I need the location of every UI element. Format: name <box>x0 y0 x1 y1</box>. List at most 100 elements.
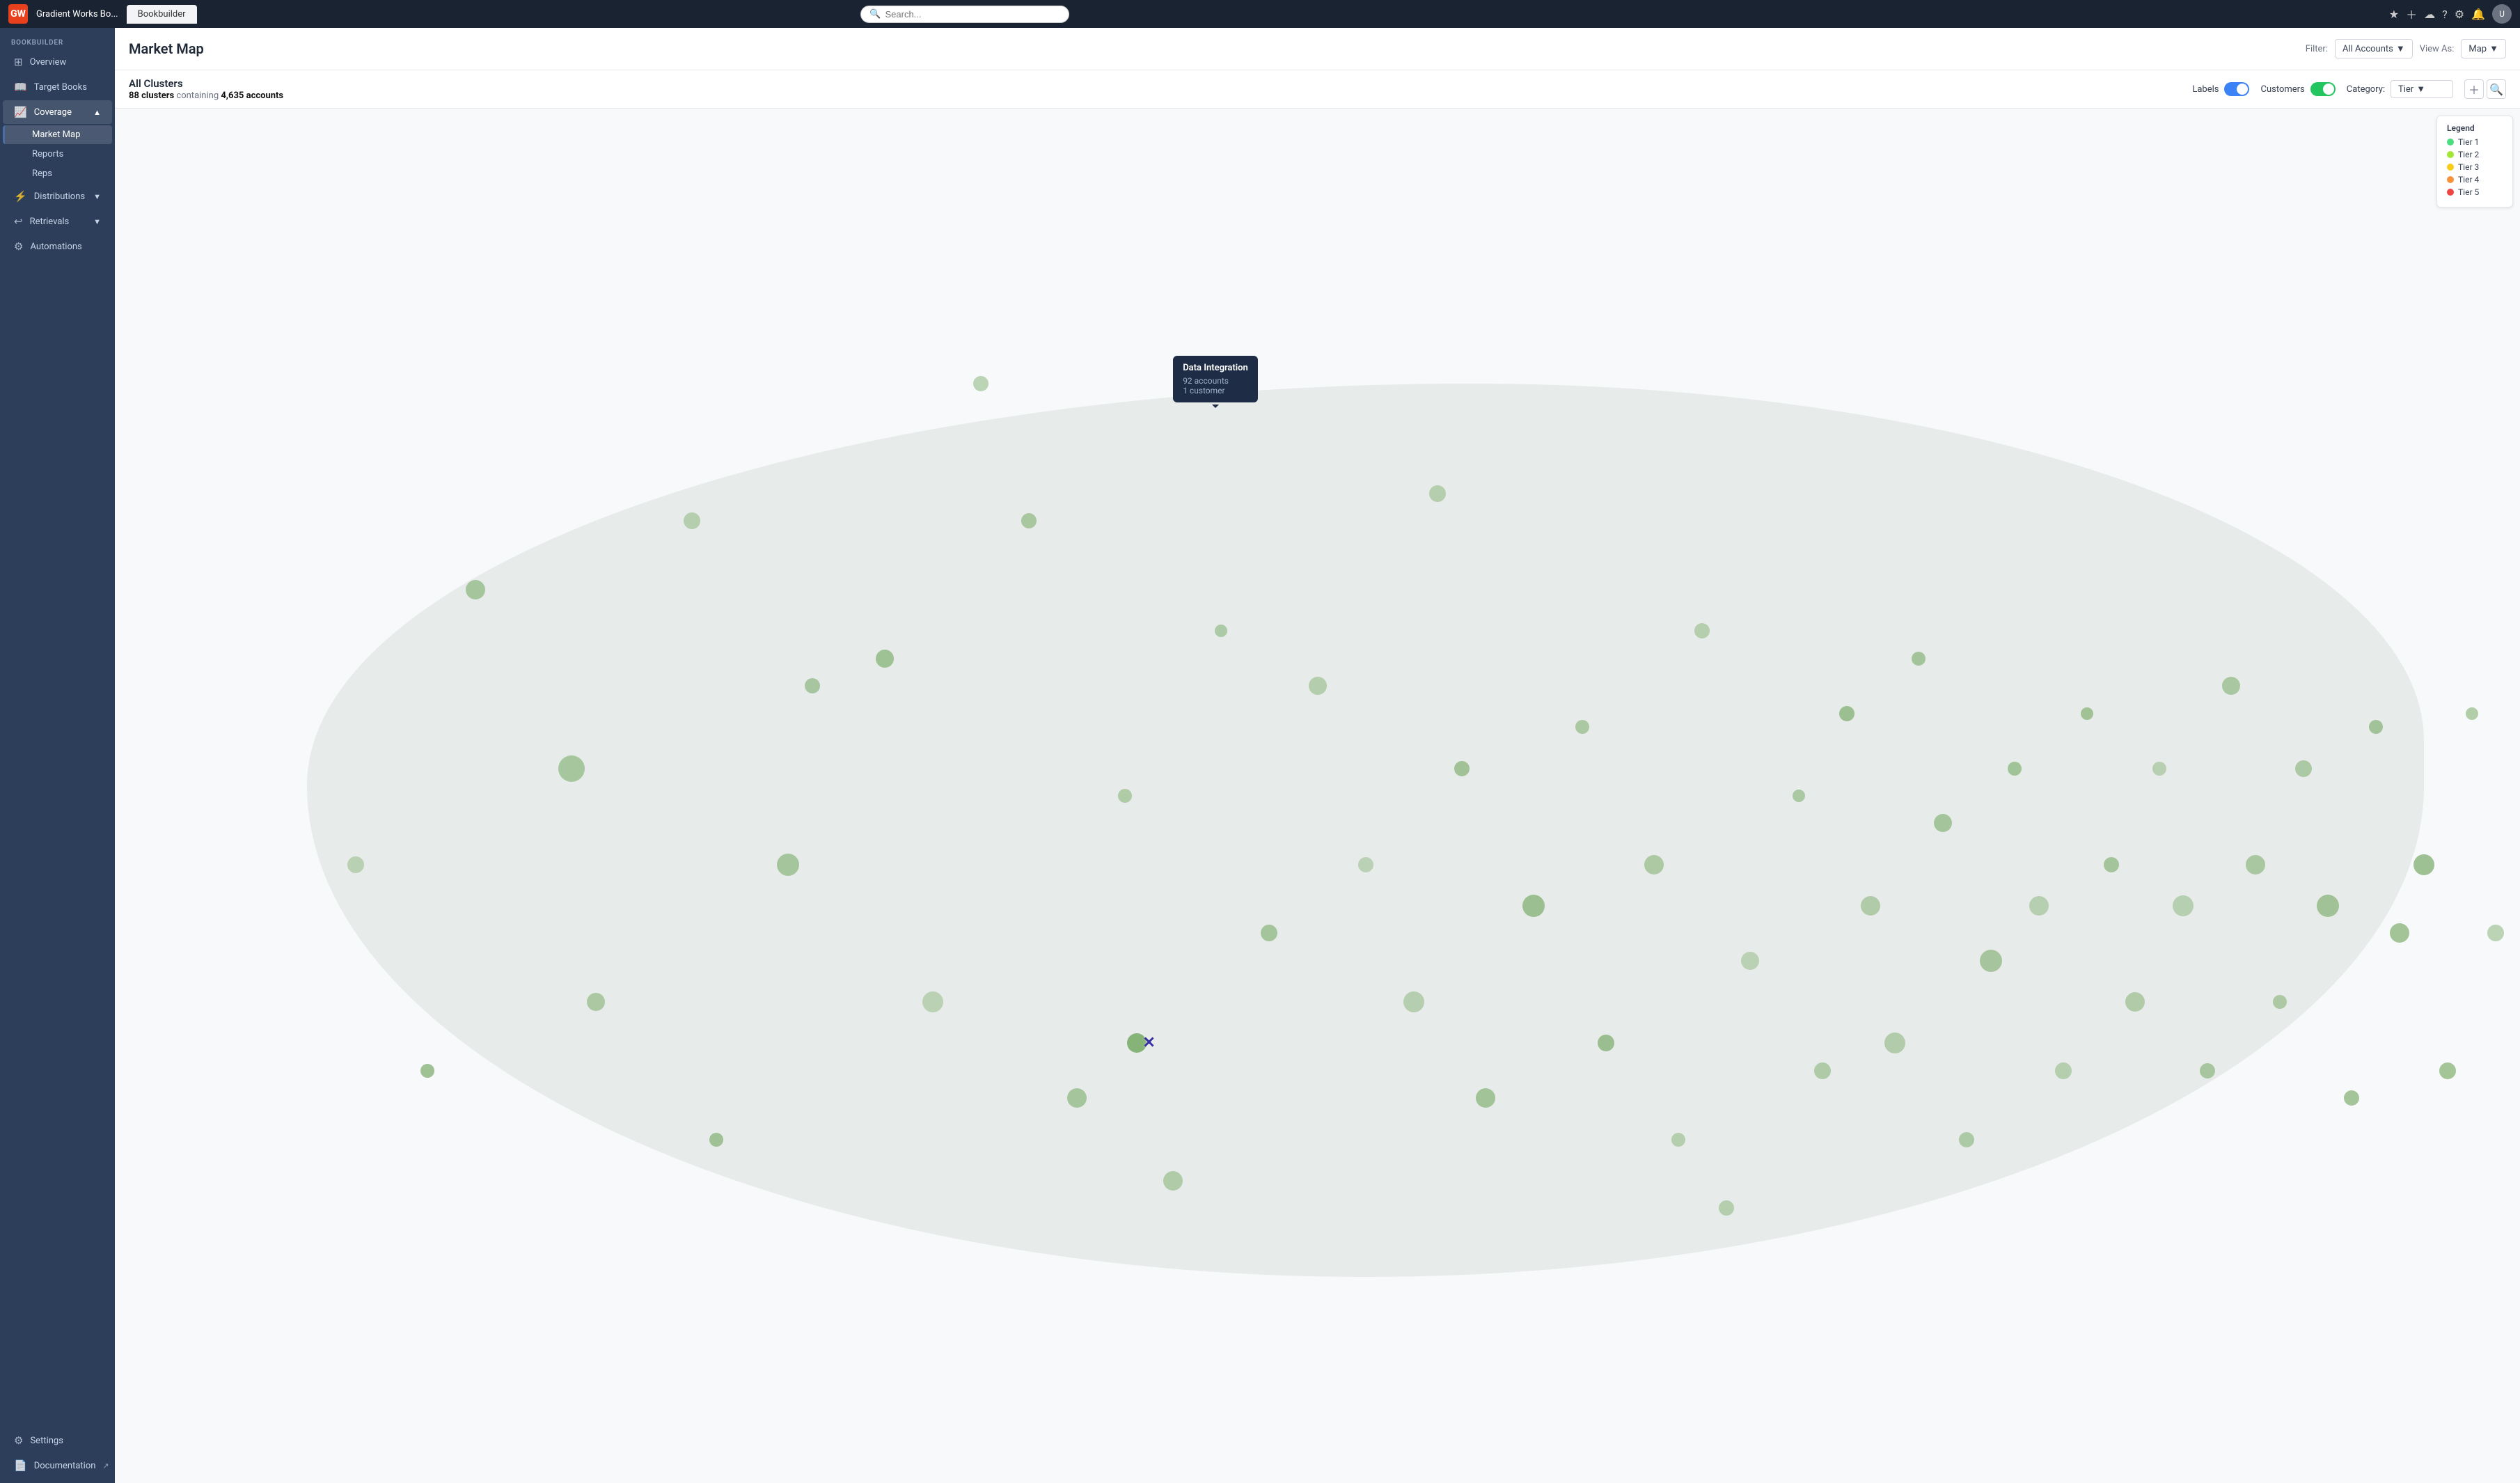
cluster-dot <box>2222 677 2240 695</box>
labels-toggle[interactable] <box>2224 82 2249 96</box>
sidebar-item-settings[interactable]: ⚙ Settings <box>3 1429 112 1452</box>
clusters-info: All Clusters 88 clusters containing 4,63… <box>129 77 283 101</box>
chevron-down-icon: ▼ <box>93 192 101 201</box>
legend-title: Legend <box>2447 123 2503 133</box>
category-chevron-icon: ▼ <box>2416 84 2425 95</box>
sidebar: BOOKBUILDER ⊞ Overview 📖 Target Books 📈 … <box>0 28 115 1483</box>
tier1-dot <box>2447 139 2454 146</box>
automations-icon: ⚙ <box>14 240 23 253</box>
market-map-label: Market Map <box>32 130 80 140</box>
coverage-submenu: Market Map Reports Reps <box>0 125 115 184</box>
page-header: Market Map Filter: All Accounts ▼ View A… <box>115 28 2520 70</box>
category-value: Tier <box>2398 84 2413 95</box>
zoom-out-button[interactable]: 🔍 <box>2487 79 2506 99</box>
sidebar-item-automations[interactable]: ⚙ Automations <box>3 235 112 258</box>
search-input[interactable] <box>885 9 1060 19</box>
sidebar-label-retrievals: Retrievals <box>30 217 70 227</box>
filter-value: All Accounts <box>2342 44 2393 54</box>
content-area: Market Map Filter: All Accounts ▼ View A… <box>115 28 2520 1483</box>
sidebar-item-coverage[interactable]: 📈 Coverage ▲ <box>3 100 112 124</box>
tier2-dot <box>2447 151 2454 158</box>
cluster-dot <box>587 993 605 1011</box>
page-title: Market Map <box>129 40 204 57</box>
sidebar-item-documentation[interactable]: 📄 Documentation ↗ <box>3 1454 112 1477</box>
cluster-dot <box>1912 652 1926 666</box>
tooltip-box: Data Integration 92 accounts 1 customer <box>1173 356 1258 402</box>
plus-icon[interactable]: ＋ <box>2406 6 2417 22</box>
filter-label: Filter: <box>2306 44 2328 54</box>
cluster-dot <box>2487 925 2504 941</box>
legend-tier2: Tier 2 <box>2447 150 2503 159</box>
cluster-dot <box>1403 991 1424 1012</box>
app-title: Gradient Works Bo... <box>36 9 118 19</box>
sidebar-item-overview[interactable]: ⊞ Overview <box>3 50 112 74</box>
cluster-dot <box>1644 855 1664 874</box>
help-icon[interactable]: ? <box>2442 8 2448 21</box>
target-books-icon: 📖 <box>14 81 27 93</box>
retrievals-icon: ↩ <box>14 215 23 228</box>
chevron-up-icon: ▲ <box>93 108 101 117</box>
legend-tier3: Tier 3 <box>2447 162 2503 172</box>
cluster-dot <box>684 512 700 529</box>
sidebar-item-retrievals[interactable]: ↩ Retrievals ▼ <box>3 210 112 233</box>
tooltip-line-1: 92 accounts <box>1183 376 1248 386</box>
cluster-dot <box>2008 762 2022 776</box>
sidebar-label-distributions: Distributions <box>34 191 85 202</box>
cluster-dot <box>1719 1200 1734 1216</box>
cluster-dot <box>2439 1062 2456 1079</box>
tier2-label: Tier 2 <box>2458 150 2479 159</box>
settings-icon: ⚙ <box>14 1434 23 1447</box>
customers-label: Customers <box>2260 84 2304 95</box>
cluster-dot <box>420 1064 434 1078</box>
legend-box: Legend Tier 1 Tier 2 Tier 3 <box>2436 116 2513 207</box>
reps-label: Reps <box>32 168 52 179</box>
cluster-dot <box>1959 1132 1974 1147</box>
sidebar-label-documentation: Documentation <box>34 1461 96 1471</box>
cluster-dot <box>1598 1035 1614 1051</box>
legend-tier1: Tier 1 <box>2447 137 2503 147</box>
labels-toggle-knob <box>2237 84 2248 95</box>
sidebar-label-settings: Settings <box>30 1436 63 1446</box>
labels-label: Labels <box>2192 84 2219 95</box>
nav-right-icons: ★ ＋ ☁ ? ⚙ 🔔 U <box>2389 4 2512 24</box>
gear-icon[interactable]: ⚙ <box>2455 8 2464 21</box>
sidebar-section-label: BOOKBUILDER <box>0 33 115 49</box>
tier4-dot <box>2447 176 2454 183</box>
cloud-icon[interactable]: ☁ <box>2424 8 2435 21</box>
tooltip-title: Data Integration <box>1183 363 1248 373</box>
cluster-dot <box>1839 706 1854 721</box>
coverage-icon: 📈 <box>14 106 27 118</box>
cluster-dot <box>1793 790 1805 802</box>
cluster-dot <box>1934 814 1952 832</box>
sidebar-item-distributions[interactable]: ⚡ Distributions ▼ <box>3 185 112 208</box>
sidebar-item-target-books[interactable]: 📖 Target Books <box>3 75 112 99</box>
cluster-dot <box>1118 789 1132 803</box>
cluster-dot <box>2081 707 2093 720</box>
user-avatar[interactable]: U <box>2492 4 2512 24</box>
app-logo[interactable]: GW <box>8 4 28 24</box>
filter-select[interactable]: All Accounts ▼ <box>2335 39 2413 58</box>
customers-toggle[interactable] <box>2310 82 2336 96</box>
sidebar-item-reports[interactable]: Reports <box>3 145 112 164</box>
reports-label: Reports <box>32 149 63 159</box>
map-container[interactable]: Data Integration 92 accounts 1 customer … <box>115 109 2520 1483</box>
view-select[interactable]: Map ▼ <box>2461 39 2506 58</box>
zoom-in-button[interactable]: ＋ <box>2464 79 2484 99</box>
clusters-sub: 88 clusters containing 4,635 accounts <box>129 91 283 101</box>
sidebar-item-reps[interactable]: Reps <box>3 164 112 183</box>
tab-bookbuilder[interactable]: Bookbuilder <box>127 5 197 24</box>
bell-icon[interactable]: 🔔 <box>2471 8 2485 21</box>
cluster-dot <box>1067 1088 1087 1108</box>
cluster-dot <box>2104 857 2119 872</box>
external-link-icon: ↗ <box>102 1461 109 1470</box>
cluster-dot <box>973 376 989 391</box>
chevron-down-icon-2: ▼ <box>93 217 101 226</box>
cluster-dot <box>1671 1133 1685 1147</box>
sidebar-item-market-map[interactable]: Market Map <box>3 125 112 144</box>
sidebar-label-coverage: Coverage <box>34 107 72 118</box>
tier5-dot <box>2447 189 2454 196</box>
cluster-dot <box>2055 1062 2072 1079</box>
cluster-dot <box>1861 896 1880 916</box>
star-icon[interactable]: ★ <box>2389 8 2399 21</box>
category-select[interactable]: Tier ▼ <box>2391 80 2453 98</box>
